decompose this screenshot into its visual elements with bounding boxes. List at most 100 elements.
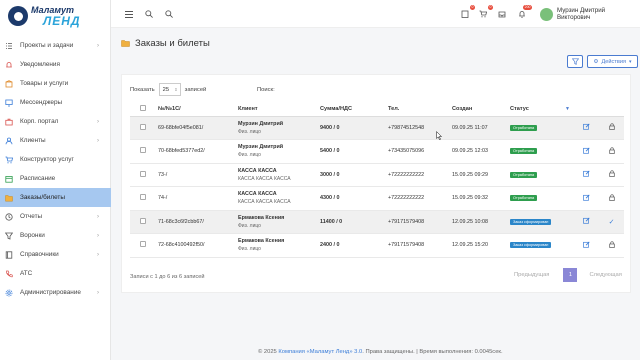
table-row[interactable]: 71-68c3c6f2cbb67/Ермакова Ксения Физ. лиц…	[130, 210, 624, 234]
search-icon[interactable]	[164, 9, 174, 19]
edit-icon[interactable]	[583, 194, 590, 203]
status-badge: Отработана	[510, 148, 538, 155]
table-row[interactable]: 70-68bfed5377ed2/Мурзин Дмитрий Физ. лицо…	[130, 139, 624, 164]
cell-edit	[574, 186, 599, 211]
edit-icon[interactable]	[583, 123, 590, 132]
header-phone[interactable]: Тел.	[384, 103, 448, 117]
sidebar-item-13[interactable]: Администрирование ›	[0, 283, 111, 302]
cell-number[interactable]: 71-68c3c6f2cbb67/	[154, 210, 234, 234]
zoom-in-icon[interactable]	[144, 9, 154, 19]
edit-icon[interactable]	[583, 147, 590, 156]
sidebar-item-2[interactable]: Товары и услуги	[0, 74, 111, 93]
sidebar-item-8[interactable]: Заказы/билеты	[0, 188, 111, 207]
cell-number[interactable]: 69-68bfe04f5e081/	[154, 116, 234, 140]
row-checkbox[interactable]	[140, 241, 146, 248]
cell-phone: +72222222222	[384, 186, 448, 211]
sidebar-item-0[interactable]: Проекты и задачи ›	[0, 36, 111, 55]
table-row[interactable]: 74-/КАССА КАССА КАССА КАССА КАССА 4300 / 0…	[130, 186, 624, 211]
user-menu[interactable]: Мурзин Дмитрий Викторович	[540, 7, 640, 21]
cell-status: Заказ сформирован	[506, 233, 574, 258]
chevron-right-icon: ›	[97, 42, 99, 49]
check-icon[interactable]: ✓	[609, 219, 615, 226]
cell-action	[599, 116, 624, 140]
cell-status: Отработана	[506, 186, 574, 211]
row-checkbox[interactable]	[140, 194, 146, 201]
client-type: Физ. лицо	[238, 152, 261, 159]
header-created[interactable]: Создан	[448, 103, 506, 117]
lock-icon[interactable]	[608, 241, 615, 250]
hamburger-menu-icon[interactable]	[124, 9, 134, 19]
sidebar-item-10[interactable]: Воронки ›	[0, 226, 111, 245]
sidebar-item-3[interactable]: Мессенджеры	[0, 93, 111, 112]
lock-icon[interactable]	[608, 123, 615, 132]
table-row[interactable]: 72-68c4100492f50/Ермакова Ксения Физ. лиц…	[130, 233, 624, 258]
row-select-cell	[130, 163, 154, 187]
edit-icon[interactable]	[583, 217, 590, 226]
folder-icon	[5, 194, 13, 202]
monitor-icon	[5, 99, 13, 107]
header-sum[interactable]: Сумма/НДС	[316, 103, 384, 117]
client-name: Мурзин Дмитрий	[238, 120, 284, 127]
table-row[interactable]: 73-/КАССА КАССА КАССА КАССА КАССА 3000 / 0…	[130, 163, 624, 187]
task-icon[interactable]: 0	[460, 5, 475, 19]
lock-icon[interactable]	[608, 147, 615, 156]
cart-icon[interactable]: 0	[478, 5, 493, 19]
cell-status: Отработана	[506, 116, 574, 140]
company-link[interactable]: Компания «Маламут Ленд» 3.0	[278, 349, 362, 355]
chevron-right-icon: ›	[97, 213, 99, 220]
sort-desc-icon: ▼	[565, 106, 570, 113]
cell-phone: +79171579408	[384, 233, 448, 258]
next-page-button[interactable]: Следующая	[589, 272, 621, 278]
cell-client: КАССА КАССА КАССА КАССА КАССА	[234, 186, 316, 211]
briefcase-icon	[5, 118, 13, 126]
row-checkbox[interactable]	[140, 170, 146, 177]
row-select-cell	[130, 116, 154, 140]
cell-edit	[574, 210, 599, 234]
sidebar-item-7[interactable]: Расписание	[0, 169, 111, 188]
client-type: КАССА КАССА КАССА	[238, 175, 291, 182]
client-name: Ермакова Ксения	[238, 238, 285, 245]
header-select-all[interactable]	[130, 103, 154, 117]
filter-button[interactable]	[567, 55, 583, 68]
cell-created: 09.09.25 11:07	[448, 116, 506, 140]
sidebar-item-1[interactable]: Уведомления	[0, 55, 111, 74]
sidebar-item-4[interactable]: Корп. портал ›	[0, 112, 111, 131]
cell-number[interactable]: 72-68c4100492f50/	[154, 233, 234, 258]
logo[interactable]: Маламут ЛЕНД	[0, 0, 110, 32]
cell-number[interactable]: 74-/	[154, 186, 234, 211]
sidebar-item-5[interactable]: Клиенты ›	[0, 131, 111, 150]
select-all-checkbox[interactable]	[140, 105, 146, 112]
page-1-button[interactable]: 1	[563, 268, 578, 282]
sidebar-item-12[interactable]: АТС	[0, 264, 111, 283]
cart-badge: 0	[488, 5, 493, 10]
cell-action	[599, 233, 624, 258]
row-checkbox[interactable]	[140, 123, 146, 130]
inbox-icon[interactable]	[497, 9, 507, 19]
lock-icon[interactable]	[608, 194, 615, 203]
cell-number[interactable]: 70-68bfed5377ed2/	[154, 139, 234, 164]
header-client[interactable]: Клиент	[234, 103, 316, 117]
bell-icon[interactable]: 200	[517, 5, 532, 19]
prev-page-button[interactable]: Предыдущая	[514, 272, 549, 278]
cell-number[interactable]: 73-/	[154, 163, 234, 187]
chevron-right-icon: ›	[97, 118, 99, 125]
actions-button[interactable]: ⚙ Действия ▾	[587, 55, 638, 68]
sidebar-item-9[interactable]: Отчеты ›	[0, 207, 111, 226]
chevron-right-icon: ›	[97, 289, 99, 296]
row-checkbox[interactable]	[140, 217, 146, 224]
lock-icon[interactable]	[608, 170, 615, 179]
status-badge: Отработана	[510, 171, 538, 178]
page-size-select[interactable]: 25 ⇕	[158, 83, 181, 96]
sidebar-item-11[interactable]: Справочники ›	[0, 245, 111, 264]
row-checkbox[interactable]	[140, 147, 146, 154]
edit-icon[interactable]	[583, 241, 590, 250]
sidebar-item-6[interactable]: Конструктор услуг	[0, 150, 111, 169]
user-icon	[5, 137, 13, 145]
cell-sum: 5400 / 0	[316, 139, 384, 164]
search-input[interactable]	[278, 83, 318, 96]
header-status[interactable]: Статус ▼	[506, 103, 574, 117]
edit-icon[interactable]	[583, 170, 590, 179]
phone-icon	[5, 270, 13, 278]
header-number[interactable]: №/№1С/	[154, 103, 234, 117]
table-row[interactable]: 69-68bfe04f5e081/Мурзин Дмитрий Физ. лицо…	[130, 116, 624, 140]
